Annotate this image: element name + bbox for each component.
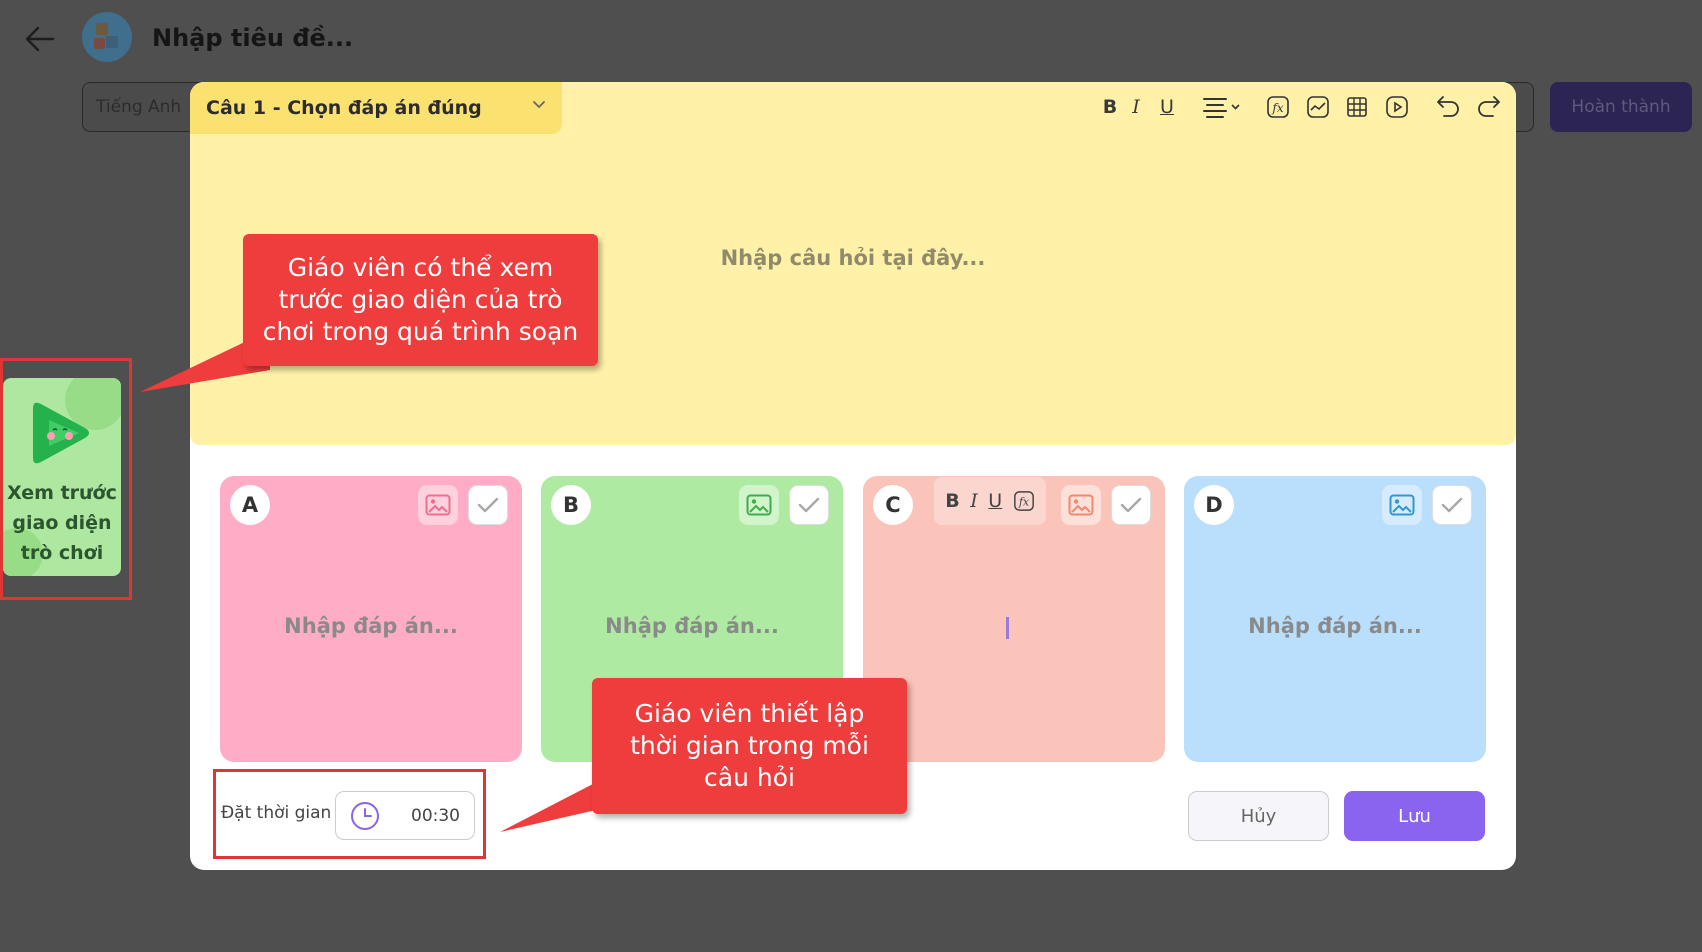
preview-callout: Giáo viên có thể xem trước giao diện của… — [243, 234, 598, 366]
timer-callout: Giáo viên thiết lập thời gian trong mỗi … — [592, 678, 907, 814]
